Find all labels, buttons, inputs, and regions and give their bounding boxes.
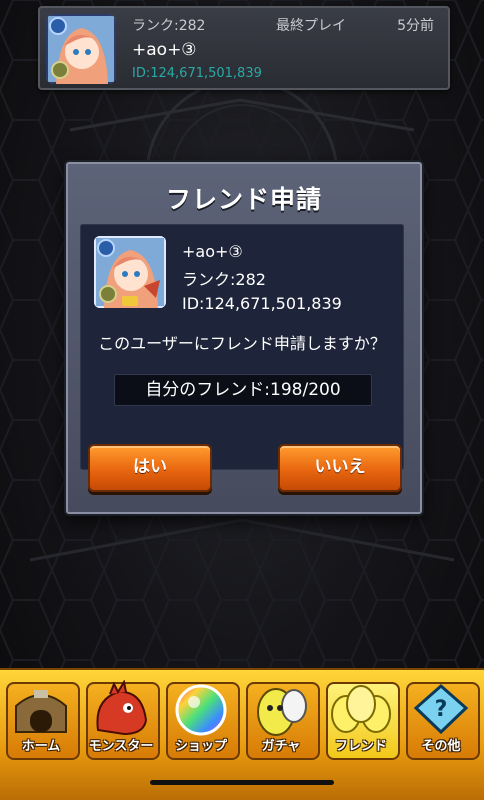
nav-other[interactable]: ? その他	[404, 680, 480, 760]
nav-monster-label: モンスター	[88, 739, 154, 754]
other-icon: ?	[413, 684, 469, 735]
nav-home-label: ホーム	[21, 739, 61, 754]
dialog-title: フレンド申請	[165, 185, 322, 214]
svg-text:?: ?	[435, 697, 448, 722]
monster-icon	[96, 680, 148, 736]
user-id: ID:124,671,501,839	[182, 294, 342, 313]
nav-home[interactable]: ホーム	[4, 680, 80, 760]
last-play-label: 最終プレイ	[276, 18, 346, 34]
user-rank: ランク:282	[182, 270, 266, 289]
yes-button[interactable]: はい	[88, 444, 212, 492]
home-icon	[15, 690, 67, 733]
shop-orb-icon	[175, 684, 227, 736]
nav-shop-label: ショップ	[174, 739, 227, 754]
friend-icon	[331, 685, 391, 733]
friend-request-dialog: フレンド申請 +ao+③ ランク:282 ID:124,671,501,839 …	[66, 162, 422, 514]
friend-count-box: 自分のフレンド:198/200	[114, 374, 372, 406]
screen: ランク:282 最終プレイ 5分前 +ao+③ ID:124,671,501,8…	[0, 0, 484, 800]
nav-friend[interactable]: フレンド	[324, 680, 400, 760]
nav-shop[interactable]: ショップ	[164, 680, 240, 760]
nav-other-label: その他	[421, 739, 461, 754]
confirm-question: このユーザーにフレンド申請しますか？	[98, 334, 386, 353]
friend-name: +ao+③	[132, 40, 197, 60]
nav-friend-label: フレンド	[334, 739, 387, 754]
friend-id: ID:124,671,501,839	[132, 66, 262, 81]
user-info-panel: +ao+③ ランク:282 ID:124,671,501,839 このユーザーに…	[80, 224, 404, 470]
nav-gacha[interactable]: ガチャ	[244, 680, 320, 760]
friend-list-card[interactable]: ランク:282 最終プレイ 5分前 +ao+③ ID:124,671,501,8…	[38, 6, 450, 90]
gacha-egg-icon	[257, 688, 307, 736]
user-name: +ao+③	[182, 242, 243, 261]
nav-monster[interactable]: モンスター	[84, 680, 160, 760]
monster-avatar	[46, 14, 116, 84]
monster-avatar	[94, 236, 166, 308]
home-indicator[interactable]	[150, 780, 334, 785]
last-play-time: 5分前	[397, 18, 434, 34]
friend-rank: ランク:282	[132, 18, 206, 34]
no-button[interactable]: いいえ	[278, 444, 402, 492]
nav-gacha-label: ガチャ	[261, 739, 301, 754]
